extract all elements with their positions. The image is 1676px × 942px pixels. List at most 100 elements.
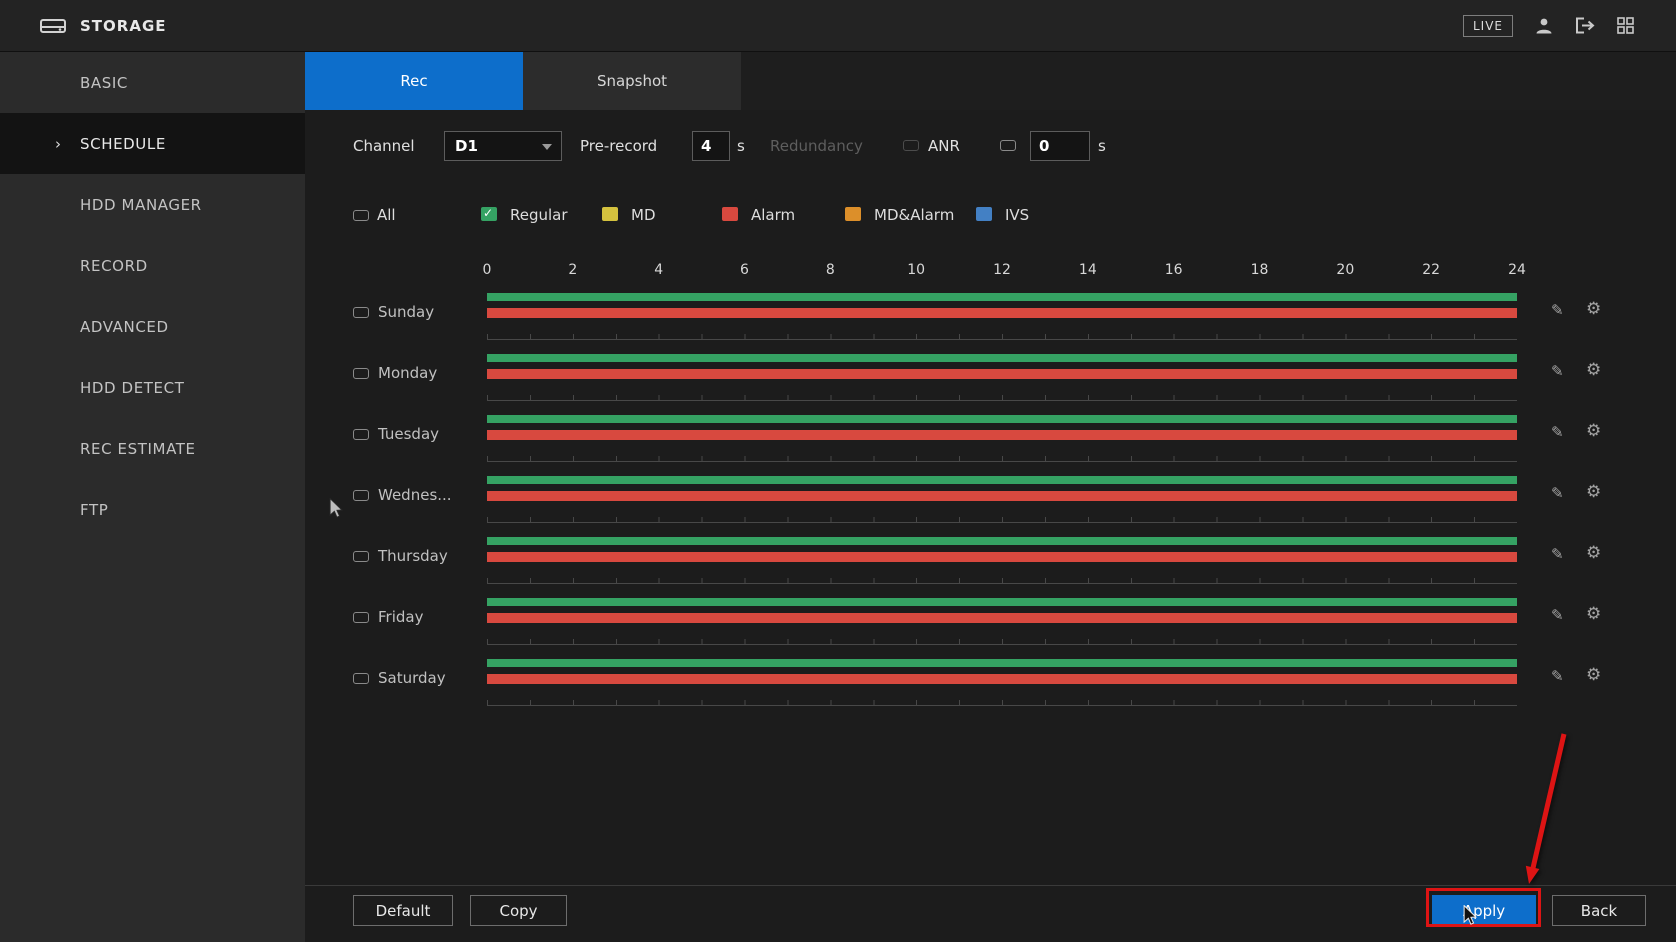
day-timeline xyxy=(487,659,1517,706)
hour-label: 4 xyxy=(654,262,663,278)
sidebar-item-label: SCHEDULE xyxy=(80,135,166,153)
hour-label: 20 xyxy=(1336,262,1354,278)
day-checkbox[interactable] xyxy=(353,368,369,379)
hour-label: 2 xyxy=(568,262,577,278)
ivs-label: IVS xyxy=(1005,206,1029,224)
sidebar-item-rec-estimate[interactable]: REC ESTIMATE xyxy=(0,418,305,479)
sidebar-item-label: REC ESTIMATE xyxy=(80,440,196,458)
back-button[interactable]: Back xyxy=(1552,895,1646,926)
settings-icon[interactable] xyxy=(1586,543,1601,563)
settings-icon[interactable] xyxy=(1586,299,1601,319)
timeline-ticks xyxy=(487,456,1517,461)
regular-bar xyxy=(487,293,1517,301)
hour-scale: 0 2 4 6 8 10 12 14 16 18 20 22 24 xyxy=(487,262,1517,286)
logout-icon[interactable] xyxy=(1575,17,1595,34)
footer-bar: Default Copy Apply Back xyxy=(305,885,1676,942)
schedule-row-tuesday: Tuesday xyxy=(305,410,1676,471)
hour-label: 12 xyxy=(993,262,1011,278)
schedule-row-saturday: Saturday xyxy=(305,654,1676,715)
anr-checkbox[interactable] xyxy=(1000,140,1016,151)
sidebar-item-record[interactable]: RECORD xyxy=(0,235,305,296)
schedule-row-monday: Monday xyxy=(305,349,1676,410)
top-bar: STORAGE LIVE xyxy=(0,0,1676,52)
prerecord-label: Pre-record xyxy=(580,137,657,155)
sidebar-item-hdd-manager[interactable]: HDD MANAGER xyxy=(0,174,305,235)
md-checkbox[interactable] xyxy=(602,207,618,221)
settings-icon[interactable] xyxy=(1586,482,1601,502)
settings-icon[interactable] xyxy=(1586,665,1601,685)
day-checkbox[interactable] xyxy=(353,551,369,562)
alarm-bar xyxy=(487,369,1517,379)
default-button[interactable]: Default xyxy=(353,895,453,926)
edit-icon[interactable] xyxy=(1551,484,1564,502)
sidebar-item-advanced[interactable]: ADVANCED xyxy=(0,296,305,357)
alarm-bar xyxy=(487,613,1517,623)
sidebar-item-hdd-detect[interactable]: HDD DETECT xyxy=(0,357,305,418)
alarm-label: Alarm xyxy=(751,206,795,224)
day-timeline xyxy=(487,476,1517,523)
sidebar-item-schedule[interactable]: ›SCHEDULE xyxy=(0,113,305,174)
hour-label: 22 xyxy=(1422,262,1440,278)
anr-label: ANR xyxy=(928,137,960,155)
grid-icon[interactable] xyxy=(1617,17,1634,34)
timeline-ticks xyxy=(487,639,1517,644)
edit-icon[interactable] xyxy=(1551,362,1564,380)
settings-icon[interactable] xyxy=(1586,421,1601,441)
timeline-ticks xyxy=(487,517,1517,522)
sidebar-item-basic[interactable]: BASIC xyxy=(0,52,305,113)
copy-button[interactable]: Copy xyxy=(470,895,567,926)
alarm-bar xyxy=(487,674,1517,684)
all-checkbox[interactable] xyxy=(353,210,369,221)
md-alarm-checkbox[interactable] xyxy=(845,207,861,221)
hour-label: 16 xyxy=(1165,262,1183,278)
sidebar: BASIC ›SCHEDULE HDD MANAGER RECORD ADVAN… xyxy=(0,52,305,942)
regular-bar xyxy=(487,476,1517,484)
controls-row: Channel D1 Pre-record s Redundancy ANR s xyxy=(305,130,1676,162)
sidebar-item-label: HDD DETECT xyxy=(80,379,184,397)
sidebar-item-label: ADVANCED xyxy=(80,318,169,336)
day-checkbox[interactable] xyxy=(353,673,369,684)
edit-icon[interactable] xyxy=(1551,606,1564,624)
day-checkbox[interactable] xyxy=(353,307,369,318)
alarm-bar xyxy=(487,491,1517,501)
regular-bar xyxy=(487,659,1517,667)
apply-button[interactable]: Apply xyxy=(1432,895,1536,926)
day-checkbox[interactable] xyxy=(353,429,369,440)
day-checkbox[interactable] xyxy=(353,490,369,501)
edit-icon[interactable] xyxy=(1551,423,1564,441)
channel-dropdown[interactable]: D1 xyxy=(444,131,562,161)
regular-label: Regular xyxy=(510,206,568,224)
edit-icon[interactable] xyxy=(1551,301,1564,319)
hour-label: 6 xyxy=(740,262,749,278)
schedule-grid: 0 2 4 6 8 10 12 14 16 18 20 22 24 Sunday xyxy=(305,262,1676,715)
ivs-checkbox[interactable] xyxy=(976,207,992,221)
user-icon[interactable] xyxy=(1535,17,1553,34)
tab-rec[interactable]: Rec xyxy=(305,52,523,110)
anr-input[interactable] xyxy=(1030,131,1090,161)
regular-checkbox[interactable] xyxy=(481,207,497,221)
regular-bar xyxy=(487,354,1517,362)
settings-icon[interactable] xyxy=(1586,604,1601,624)
md-label: MD xyxy=(631,206,656,224)
day-checkbox[interactable] xyxy=(353,612,369,623)
timeline-ticks xyxy=(487,578,1517,583)
alarm-bar xyxy=(487,308,1517,318)
edit-icon[interactable] xyxy=(1551,667,1564,685)
prerecord-input[interactable] xyxy=(692,131,730,161)
live-button[interactable]: LIVE xyxy=(1463,15,1513,37)
day-timeline xyxy=(487,293,1517,340)
storage-drive-icon xyxy=(40,16,66,36)
edit-icon[interactable] xyxy=(1551,545,1564,563)
alarm-checkbox[interactable] xyxy=(722,207,738,221)
timeline-ticks xyxy=(487,395,1517,400)
schedule-row-friday: Friday xyxy=(305,593,1676,654)
record-type-legend: All Regular MD Alarm MD&Alarm IVS xyxy=(305,202,1676,230)
settings-icon[interactable] xyxy=(1586,360,1601,380)
redundancy-checkbox[interactable] xyxy=(903,140,919,151)
day-label: Saturday xyxy=(378,669,446,687)
schedule-row-sunday: Sunday xyxy=(305,288,1676,349)
sidebar-item-ftp[interactable]: FTP xyxy=(0,479,305,540)
day-timeline xyxy=(487,537,1517,584)
tab-snapshot[interactable]: Snapshot xyxy=(523,52,741,110)
alarm-bar xyxy=(487,430,1517,440)
